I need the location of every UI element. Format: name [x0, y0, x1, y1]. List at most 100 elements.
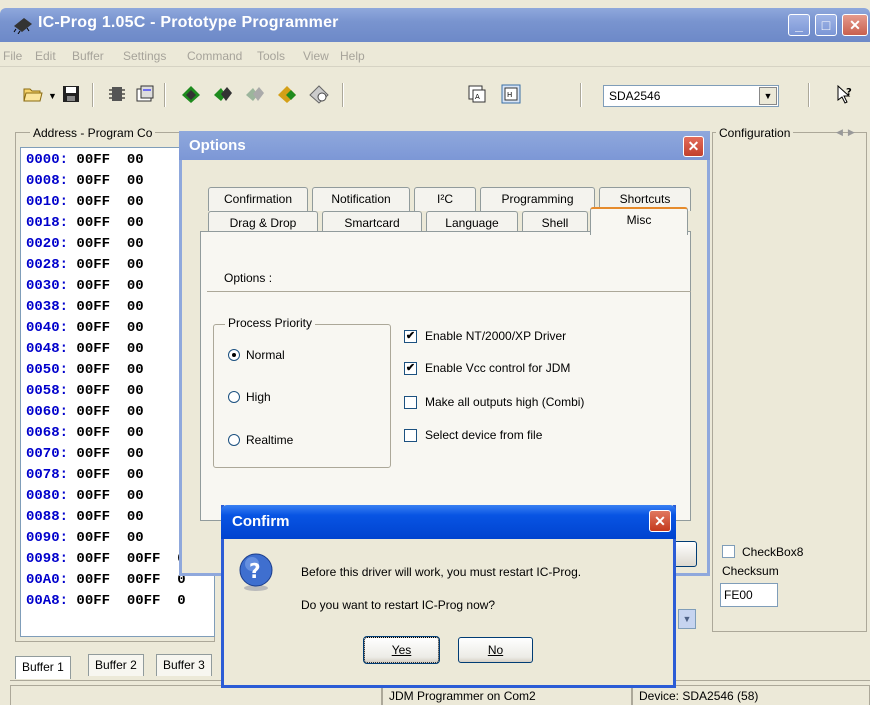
radio-high[interactable]	[228, 391, 240, 403]
hex-row: 0028: 00FF 00	[26, 257, 144, 273]
no-button[interactable]: No	[458, 637, 533, 663]
tab-i2c[interactable]: I²C	[414, 187, 476, 211]
close-button[interactable]: ✕	[842, 14, 868, 36]
checksum-field[interactable]: FE00	[720, 583, 778, 607]
svg-text:?: ?	[249, 559, 261, 583]
panel-options-label: Options :	[224, 271, 273, 285]
hex-row: 0048: 00FF 00	[26, 341, 144, 357]
address-caption: Address - Program Co	[30, 126, 156, 140]
verify-chip-icon[interactable]	[276, 83, 298, 105]
erase-chip-icon[interactable]	[244, 83, 266, 105]
menu-command[interactable]: Command	[187, 49, 242, 63]
confirm-close-button[interactable]: ✕	[649, 510, 671, 532]
checkbox-vcc-jdm[interactable]: ✔	[404, 362, 417, 375]
tab-buffer-1[interactable]: Buffer 1	[15, 656, 71, 679]
blank-check-icon[interactable]	[308, 83, 330, 105]
tab-programming[interactable]: Programming	[480, 187, 595, 211]
question-icon: ?	[239, 553, 273, 591]
divider	[207, 291, 691, 292]
radio-normal[interactable]	[228, 349, 240, 361]
menu-edit[interactable]: Edit	[35, 49, 56, 63]
menu-buffer[interactable]: Buffer	[72, 49, 104, 63]
checkbox-outputs-high-label: Make all outputs high (Combi)	[425, 395, 585, 409]
svg-text:A: A	[475, 93, 480, 101]
menu-help[interactable]: Help	[340, 49, 365, 63]
tab-confirmation[interactable]: Confirmation	[208, 187, 308, 211]
hex-row: 0000: 00FF 00	[26, 152, 144, 168]
hex-view-icon[interactable]: H	[500, 83, 522, 105]
window-view-icon[interactable]: A	[466, 83, 488, 105]
hex-row: 0070: 00FF 00	[26, 446, 144, 462]
hex-row: 0030: 00FF 00	[26, 278, 144, 294]
tab-misc[interactable]: Misc	[590, 207, 688, 235]
tab-buffer-2[interactable]: Buffer 2	[88, 654, 144, 676]
status-device: Device: SDA2546 (58)	[632, 685, 870, 705]
device-select[interactable]: SDA2546 ▼	[603, 85, 779, 107]
dropdown-arrow-icon[interactable]: ▼	[48, 91, 57, 101]
misc-tab-panel: Options : Process Priority Normal High R…	[200, 231, 691, 521]
options-title: Options	[189, 137, 246, 154]
hex-row: 0018: 00FF 00	[26, 215, 144, 231]
confirm-dialog: Confirm ✕ ? Before this driver will work…	[221, 505, 676, 688]
save-disk-icon[interactable]	[60, 83, 82, 105]
checkbox-device-from-file[interactable]	[404, 429, 417, 442]
hex-row: 0078: 00FF 00	[26, 467, 144, 483]
confirm-message-line1: Before this driver will work, you must r…	[301, 565, 582, 579]
checkbox-nt-driver[interactable]: ✔	[404, 330, 417, 343]
window-title: IC-Prog 1.05C - Prototype Programmer	[38, 14, 339, 31]
configuration-caption: Configuration	[716, 126, 794, 140]
hex-row: 00A0: 00FF 00FF 0	[26, 572, 186, 588]
menu-settings[interactable]: Settings	[123, 49, 166, 63]
hex-row: 0068: 00FF 00	[26, 425, 144, 441]
hex-row: 0010: 00FF 00	[26, 194, 144, 210]
checksum-label: Checksum	[722, 564, 779, 578]
hex-row: 0080: 00FF 00	[26, 488, 144, 504]
yes-button[interactable]: Yes	[363, 636, 440, 664]
tab-notification[interactable]: Notification	[312, 187, 410, 211]
confirm-title: Confirm	[232, 513, 290, 530]
hex-row: 0040: 00FF 00	[26, 320, 144, 336]
checkbox8-label: CheckBox8	[742, 545, 804, 559]
chip-icon	[13, 18, 32, 34]
hex-row: 0098: 00FF 00FF 0	[26, 551, 186, 567]
status-programmer: JDM Programmer on Com2	[382, 685, 632, 705]
minimize-button[interactable]: _	[788, 14, 810, 36]
menu-file[interactable]: File	[3, 49, 22, 63]
hex-row: 0060: 00FF 00	[26, 404, 144, 420]
svg-text:H: H	[507, 91, 512, 99]
status-cell	[10, 685, 382, 705]
checkbox-device-from-file-label: Select device from file	[425, 428, 543, 442]
radio-high-label: High	[246, 390, 271, 404]
checkbox-nt-driver-label: Enable NT/2000/XP Driver	[425, 329, 567, 343]
options-title-bar: Options ✕	[179, 131, 710, 160]
options-close-button[interactable]: ✕	[683, 136, 704, 157]
properties-icon[interactable]	[134, 83, 156, 105]
radio-realtime[interactable]	[228, 434, 240, 446]
menu-tools[interactable]: Tools	[257, 49, 285, 63]
checkbox-outputs-high[interactable]	[404, 396, 417, 409]
confirm-message-line2: Do you want to restart IC-Prog now?	[301, 598, 496, 612]
open-folder-icon[interactable]	[22, 83, 44, 105]
scroll-arrows-icon[interactable]: ◀ ▶	[836, 127, 855, 138]
radio-realtime-label: Realtime	[246, 433, 294, 447]
program-chip-icon[interactable]	[180, 83, 202, 105]
radio-normal-label: Normal	[246, 348, 285, 362]
help-pointer-icon[interactable]: ?	[834, 83, 856, 105]
hex-row: 0038: 00FF 00	[26, 299, 144, 315]
hex-row: 0090: 00FF 00	[26, 530, 144, 546]
tab-buffer-3[interactable]: Buffer 3	[156, 654, 212, 676]
read-chip-icon[interactable]	[106, 83, 128, 105]
chevron-down-icon[interactable]: ▼	[759, 87, 777, 105]
chevron-down-icon[interactable]: ▼	[678, 609, 696, 629]
hex-row: 0058: 00FF 00	[26, 383, 144, 399]
checkbox8[interactable]	[722, 545, 735, 558]
menu-view[interactable]: View	[303, 49, 329, 63]
program-all-icon[interactable]	[212, 83, 234, 105]
hex-row: 0008: 00FF 00	[26, 173, 144, 189]
maximize-button[interactable]: □	[815, 14, 837, 36]
svg-text:?: ?	[846, 87, 852, 98]
hex-row: 0050: 00FF 00	[26, 362, 144, 378]
process-priority-caption: Process Priority	[225, 316, 316, 330]
device-select-value: SDA2546	[609, 89, 661, 103]
hex-row: 0088: 00FF 00	[26, 509, 144, 525]
